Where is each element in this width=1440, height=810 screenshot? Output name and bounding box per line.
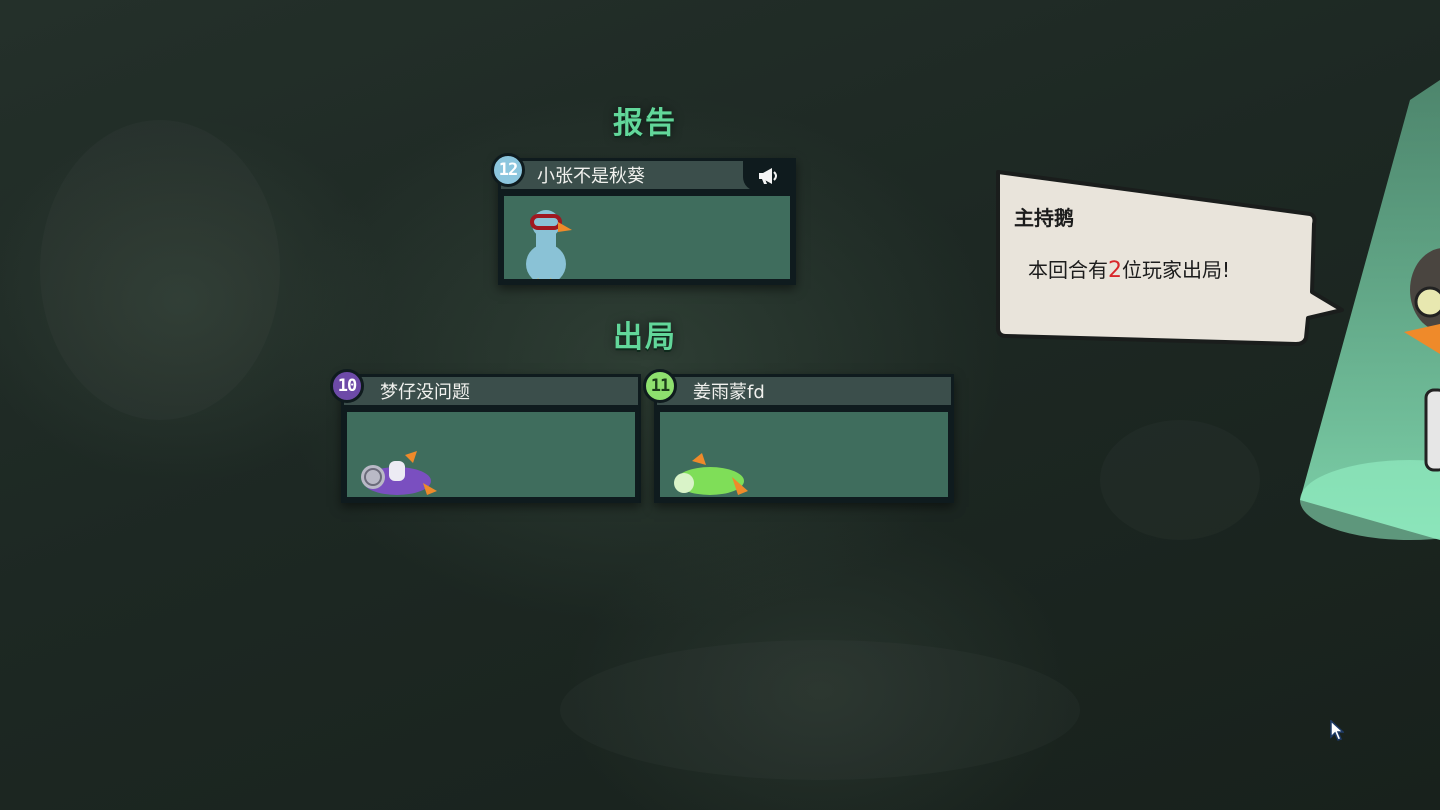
megaphone-icon — [743, 161, 793, 191]
host-name: 主持鹅 — [1014, 206, 1074, 230]
dead-goose-avatar — [361, 451, 437, 495]
host-message-prefix: 本回合有 — [1028, 258, 1108, 282]
host-speech-bubble: 主持鹅 本回合有2位玩家出局! — [994, 168, 1344, 346]
eliminated-count: 2 — [1108, 258, 1122, 283]
reporter-goose-avatar — [526, 210, 572, 279]
player-number-badge: 12 — [491, 153, 525, 187]
player-number-badge: 10 — [330, 369, 364, 403]
host-message-suffix: 位玩家出局! — [1122, 258, 1231, 282]
background-shape — [1100, 420, 1260, 540]
reporter-card[interactable]: 12 小张不是秋葵 — [491, 153, 796, 285]
eliminated-player-name: 姜雨蒙fd — [657, 377, 951, 407]
background-shape — [560, 640, 1080, 780]
dead-goose-avatar — [674, 453, 748, 495]
eliminated-card[interactable]: 10 梦仔没问题 — [330, 369, 641, 503]
host-goose-avatar — [1404, 248, 1440, 472]
background-shape — [40, 120, 280, 420]
host-message: 本回合有2位玩家出局! — [1028, 254, 1230, 283]
report-heading: 报告 — [613, 106, 677, 141]
eliminated-card[interactable]: 11 姜雨蒙fd — [643, 369, 954, 503]
player-number-badge: 11 — [643, 369, 677, 403]
eliminated-player-name: 梦仔没问题 — [344, 377, 638, 407]
cursor-icon — [1330, 720, 1344, 741]
